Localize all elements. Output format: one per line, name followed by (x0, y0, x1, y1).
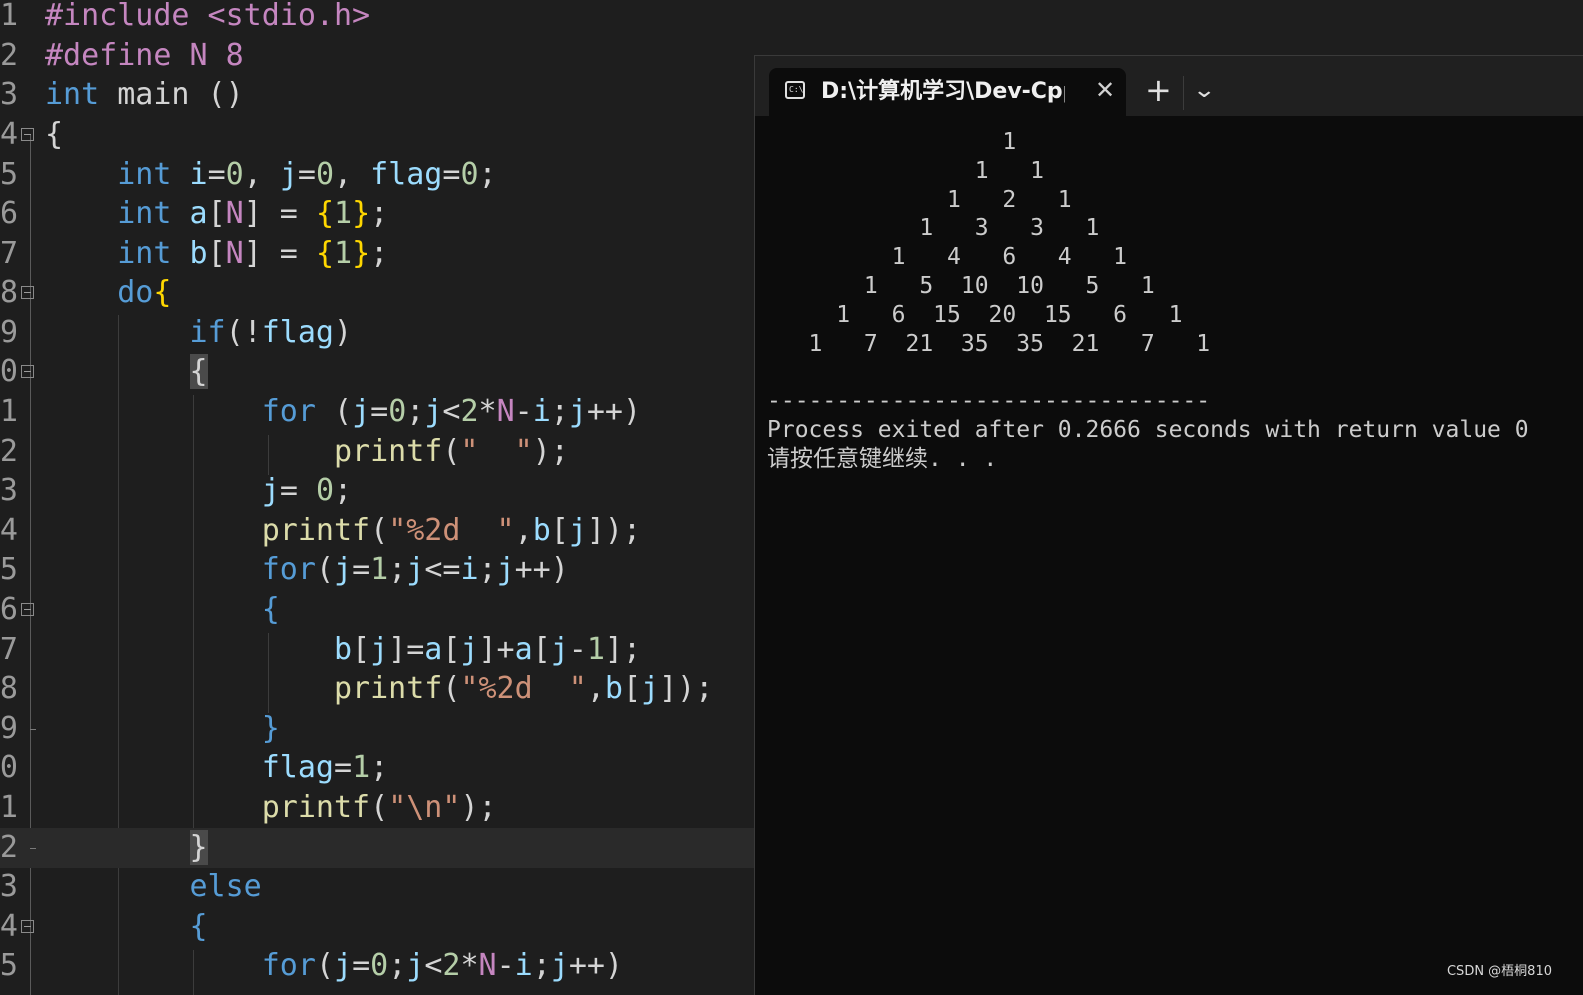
code-line[interactable]: 4 { (0, 115, 760, 155)
line-number: 6 (0, 196, 18, 231)
code-line[interactable]: 8 do{ (0, 273, 760, 313)
code-text: printf("%2d ",b[j]); (261, 513, 642, 548)
code-line-current[interactable]: 22 } (0, 828, 760, 868)
code-text: b[j]=a[j]+a[j-1]; (333, 632, 642, 667)
line-number: 25 (0, 948, 18, 983)
code-line[interactable]: 13 j= 0; (0, 471, 760, 511)
code-text: do{ (117, 275, 172, 310)
code-line[interactable]: 23 else (0, 867, 760, 907)
code-line[interactable]: 16 { (0, 590, 760, 630)
fold-toggle-icon[interactable] (21, 286, 34, 299)
line-number: 4 (0, 117, 18, 152)
code-text: for(j=1;j<=i;j++) (261, 552, 569, 587)
code-text: printf(" "); (333, 434, 569, 469)
line-number: 17 (0, 632, 18, 667)
terminal-window[interactable]: C:\ D:\计算机学习\Dev-Cpp ✕ + ⌄ 1 1 1 1 2 1 1… (754, 55, 1583, 995)
line-number: 3 (0, 77, 18, 112)
line-number: 2 (0, 38, 18, 73)
code-text: flag=1; (261, 750, 389, 785)
close-icon[interactable]: ✕ (1095, 76, 1115, 104)
line-number: 18 (0, 671, 18, 706)
code-text: int main () (45, 77, 244, 112)
code-text: printf("%2d ",b[j]); (333, 671, 714, 706)
code-line[interactable]: 24 { (0, 907, 760, 947)
code-line[interactable]: 12 printf(" "); (0, 432, 760, 472)
code-text: for (j=0;j<2*N-i;j++) (261, 394, 642, 429)
code-line[interactable]: 5 int i=0, j=0, flag=0; (0, 155, 760, 195)
line-number: 23 (0, 869, 18, 904)
code-text: { (189, 909, 208, 944)
line-number: 19 (0, 711, 18, 746)
line-number: 15 (0, 552, 18, 587)
line-number: 5 (0, 157, 18, 192)
code-text: if(!flag) (189, 315, 353, 350)
code-text: { (45, 117, 64, 152)
fold-toggle-icon[interactable] (21, 128, 34, 141)
line-number: 16 (0, 592, 18, 627)
fold-toggle-icon[interactable] (21, 603, 34, 616)
code-text: int a[N] = {1}; (117, 196, 389, 231)
line-number: 13 (0, 473, 18, 508)
code-text: j= 0; (261, 473, 353, 508)
code-line[interactable]: 25 for(j=0;j<2*N-i;j++) (0, 946, 760, 986)
divider (1183, 76, 1184, 110)
code-line[interactable]: 11 for (j=0;j<2*N-i;j++) (0, 392, 760, 432)
code-text: for(j=0;j<2*N-i;j++) (261, 948, 623, 983)
fold-toggle-icon[interactable] (21, 365, 34, 378)
code-editor[interactable]: 1 #include <stdio.h> 2 #define N 8 3 int… (0, 0, 760, 995)
fold-end-marker (30, 848, 36, 849)
code-line[interactable]: 3 int main () (0, 75, 760, 115)
fold-toggle-icon[interactable] (21, 920, 34, 933)
tab-title: D:\计算机学习\Dev-Cpp (821, 79, 1065, 104)
code-line[interactable]: 2 #define N 8 (0, 36, 760, 76)
code-text: #define N 8 (45, 38, 244, 73)
code-line[interactable]: 9 if(!flag) (0, 313, 760, 353)
code-line[interactable]: 15 for(j=1;j<=i;j++) (0, 550, 760, 590)
line-number: 8 (0, 275, 18, 310)
code-text: int b[N] = {1}; (117, 236, 389, 271)
code-line[interactable]: 20 flag=1; (0, 748, 760, 788)
code-line[interactable]: 7 int b[N] = {1}; (0, 234, 760, 274)
terminal-icon: C:\ (785, 81, 805, 99)
code-text: } (189, 830, 208, 865)
line-number: 24 (0, 909, 18, 944)
watermark: CSDN @梧桐810 (1446, 964, 1552, 979)
fold-end-marker (30, 729, 36, 730)
code-text: { (261, 592, 280, 627)
code-line[interactable]: 10 { (0, 352, 760, 392)
code-line[interactable]: 6 int a[N] = {1}; (0, 194, 760, 234)
code-line[interactable]: 17 b[j]=a[j]+a[j-1]; (0, 630, 760, 670)
code-line[interactable]: 19 } (0, 709, 760, 749)
code-text: { (189, 354, 208, 389)
line-number: 12 (0, 434, 18, 469)
code-line[interactable]: 21 printf("\n"); (0, 788, 760, 828)
code-text: #include <stdio.h> (45, 0, 371, 33)
code-text: else (189, 869, 262, 904)
code-line[interactable]: 14 printf("%2d ",b[j]); (0, 511, 760, 551)
line-number: 9 (0, 315, 18, 350)
code-line[interactable]: 18 printf("%2d ",b[j]); (0, 669, 760, 709)
line-number: 11 (0, 394, 18, 429)
terminal-titlebar[interactable]: C:\ D:\计算机学习\Dev-Cpp ✕ + ⌄ (755, 56, 1583, 116)
new-tab-button[interactable]: + (1145, 72, 1172, 108)
code-text: int i=0, j=0, flag=0; (117, 157, 497, 192)
line-number: 1 (0, 0, 18, 33)
line-number: 20 (0, 750, 18, 785)
code-line[interactable]: 1 #include <stdio.h> (0, 0, 760, 36)
line-number: 14 (0, 513, 18, 548)
terminal-tab[interactable]: C:\ D:\计算机学习\Dev-Cpp ✕ (769, 68, 1126, 116)
line-number: 10 (0, 354, 18, 389)
line-number: 7 (0, 236, 18, 271)
console-output: 1 1 1 1 2 1 1 3 3 1 1 4 6 4 1 1 5 10 10 … (767, 129, 1529, 472)
line-number: 21 (0, 790, 18, 825)
code-text: printf("\n"); (261, 790, 497, 825)
line-number: 22 (0, 830, 18, 865)
code-text: } (261, 711, 280, 746)
chevron-down-icon[interactable]: ⌄ (1192, 78, 1216, 104)
